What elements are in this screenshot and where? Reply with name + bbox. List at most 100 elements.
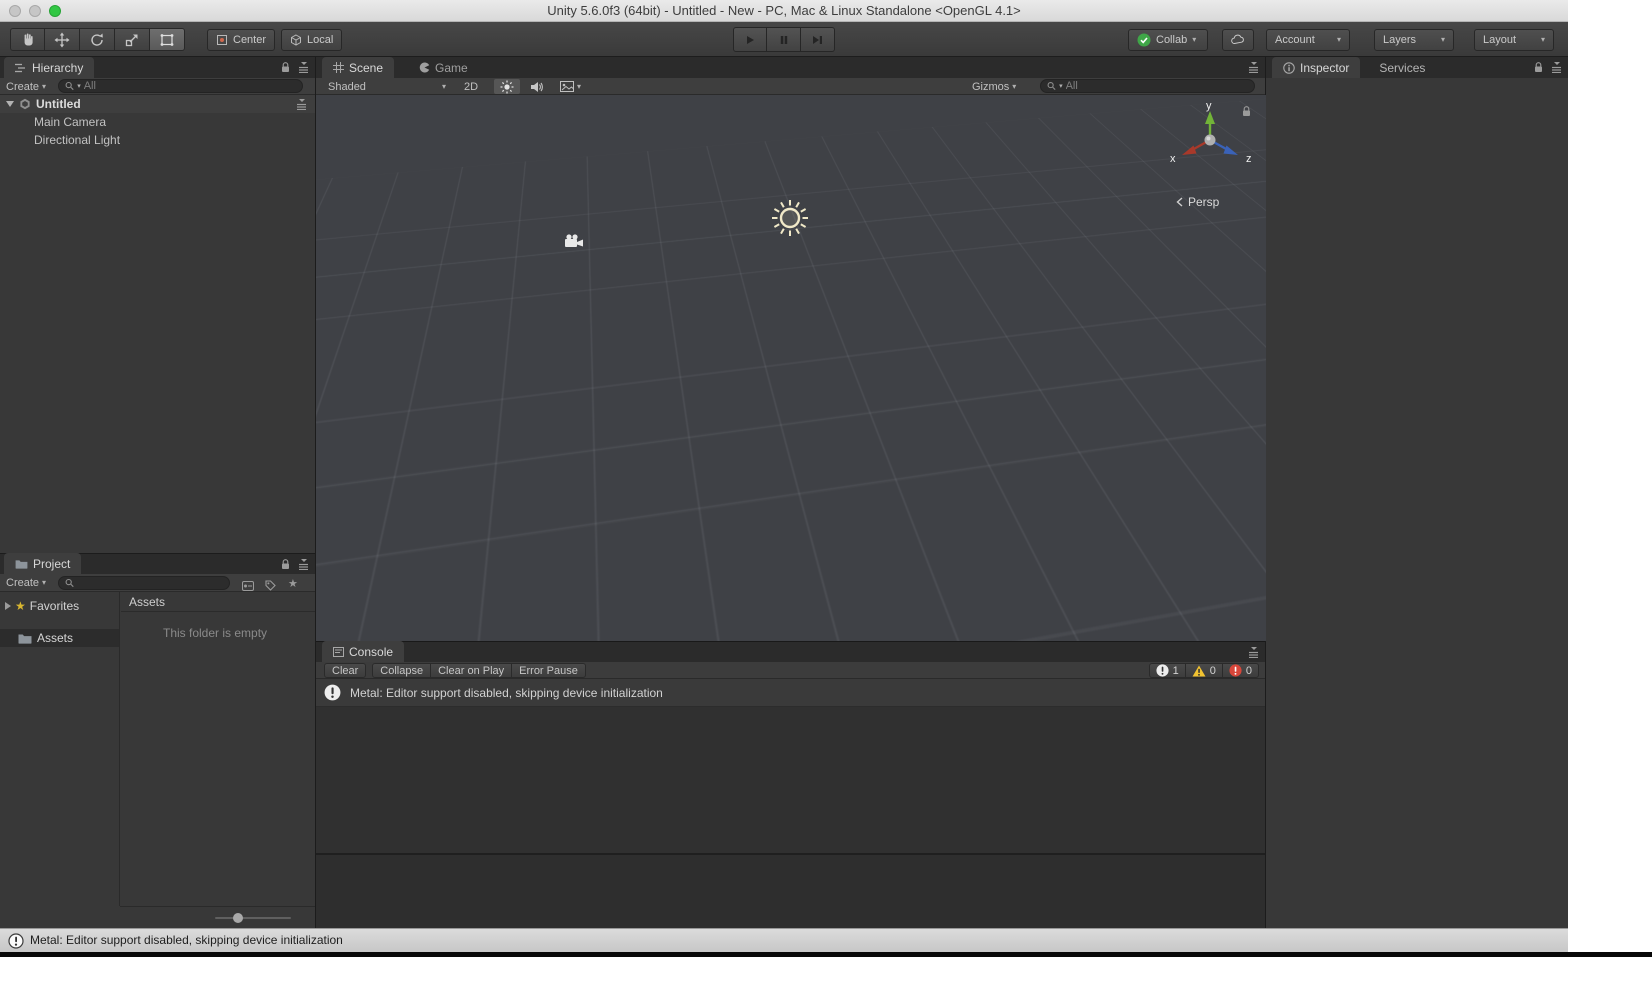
scene-search[interactable]: ▾: [1040, 79, 1255, 93]
collapse-button[interactable]: Collapse: [372, 663, 431, 678]
pane-menu-icon[interactable]: [298, 559, 309, 570]
search-icon: [65, 81, 74, 91]
create-dropdown-button[interactable]: Create ▾: [6, 78, 46, 95]
pause-button[interactable]: [767, 27, 801, 52]
close-button[interactable]: [9, 5, 21, 17]
hierarchy-toolbar: Create ▾ ▾: [0, 78, 315, 95]
move-tool-button[interactable]: [45, 28, 80, 51]
space-toggle-button[interactable]: Local: [281, 29, 342, 51]
hierarchy-scene-row[interactable]: Untitled: [0, 95, 315, 113]
error-pause-button[interactable]: Error Pause: [512, 663, 586, 678]
console-toolbar: Clear Collapse Clear on Play Error Pause…: [316, 662, 1265, 679]
project-body: ★ Favorites Assets Assets This folder is…: [0, 592, 315, 928]
favorites-row[interactable]: ★ Favorites: [0, 597, 119, 615]
scene-lock-toggle[interactable]: [1242, 106, 1251, 117]
console-log-list[interactable]: Metal: Editor support disabled, skipping…: [316, 679, 1265, 853]
clear-on-play-button[interactable]: Clear on Play: [431, 663, 512, 678]
pane-menu-icon[interactable]: [1551, 62, 1562, 73]
lock-icon[interactable]: [281, 559, 290, 570]
log-message: Metal: Editor support disabled, skipping…: [350, 686, 663, 700]
scale-tool-button[interactable]: [115, 28, 150, 51]
gizmos-label: Gizmos: [972, 81, 1009, 93]
assets-folder-row[interactable]: Assets: [0, 629, 119, 647]
rotate-icon: [89, 32, 105, 48]
status-bar[interactable]: Metal: Editor support disabled, skipping…: [0, 928, 1568, 952]
console-tab-label: Console: [349, 645, 393, 659]
folder-icon: [18, 633, 32, 644]
axis-x-cone[interactable]: [1182, 146, 1197, 156]
projection-toggle[interactable]: Persp: [1176, 195, 1219, 209]
error-count-toggle[interactable]: 0: [1223, 663, 1259, 678]
tab-scene[interactable]: Scene: [322, 57, 394, 78]
zoom-slider-knob[interactable]: [233, 913, 243, 923]
gizmo-center-sphere[interactable]: [1205, 135, 1216, 146]
draw-mode-dropdown[interactable]: Shaded ▾: [328, 78, 446, 95]
rotate-tool-button[interactable]: [80, 28, 115, 51]
console-detail-pane: [316, 855, 1265, 928]
axis-z-cone[interactable]: [1224, 146, 1239, 156]
collapse-label: Collapse: [380, 665, 423, 677]
rect-tool-button[interactable]: [150, 28, 185, 51]
tab-console[interactable]: Console: [322, 641, 404, 662]
hierarchy-search-input[interactable]: [84, 80, 296, 92]
zoom-button[interactable]: [49, 5, 61, 17]
layers-dropdown[interactable]: Layers ▾: [1374, 29, 1454, 51]
2d-toggle[interactable]: 2D: [464, 78, 478, 95]
inspector-icon: [1283, 62, 1295, 74]
hierarchy-item-directional-light[interactable]: Directional Light: [0, 131, 315, 149]
scene-search-input[interactable]: [1066, 80, 1248, 92]
hierarchy-tabstrip: Hierarchy: [0, 57, 315, 78]
assets-folder-label: Assets: [37, 631, 73, 645]
chevron-down-icon: ▾: [1541, 36, 1545, 44]
effects-dropdown[interactable]: ▾: [560, 78, 581, 95]
directional-light-gizmo[interactable]: [768, 196, 812, 240]
cloud-services-button[interactable]: [1222, 29, 1254, 51]
tab-project[interactable]: Project: [4, 553, 81, 574]
hierarchy-search[interactable]: ▾: [58, 79, 303, 93]
pane-menu-icon[interactable]: [1248, 647, 1259, 658]
hand-tool-button[interactable]: [10, 28, 45, 51]
warning-count-toggle[interactable]: 0: [1186, 663, 1223, 678]
tab-inspector[interactable]: Inspector: [1272, 57, 1360, 78]
hierarchy-item-main-camera[interactable]: Main Camera: [0, 113, 315, 131]
tab-game[interactable]: Game: [408, 57, 479, 78]
inspector-body: [1266, 78, 1568, 928]
project-files-pane[interactable]: Assets This folder is empty: [121, 592, 315, 906]
project-search[interactable]: [58, 576, 230, 590]
search-icon: [1047, 81, 1056, 91]
tab-services[interactable]: Services: [1368, 57, 1436, 78]
lock-icon[interactable]: [1534, 62, 1543, 73]
minimize-button[interactable]: [29, 5, 41, 17]
step-button[interactable]: [801, 27, 835, 52]
tab-hierarchy[interactable]: Hierarchy: [4, 57, 94, 78]
scene-viewport[interactable]: y x z Persp: [316, 95, 1266, 641]
zoom-slider-track[interactable]: [215, 917, 291, 919]
audio-toggle[interactable]: [530, 78, 544, 95]
info-count-toggle[interactable]: 1: [1149, 663, 1186, 678]
lock-icon[interactable]: [281, 62, 290, 73]
scene-options-icon[interactable]: [296, 99, 307, 110]
pane-menu-icon[interactable]: [298, 62, 309, 73]
axis-y-cone[interactable]: [1205, 111, 1215, 124]
gizmos-dropdown[interactable]: Gizmos ▾: [972, 78, 1016, 95]
foldout-open-icon[interactable]: [6, 101, 14, 107]
create-dropdown-button[interactable]: Create ▾: [6, 574, 46, 591]
clear-on-play-label: Clear on Play: [438, 665, 504, 677]
clear-button[interactable]: Clear: [324, 663, 366, 678]
chevron-left-icon: [1176, 197, 1184, 207]
collab-button[interactable]: Collab ▾: [1128, 29, 1208, 51]
project-folders-pane: ★ Favorites Assets: [0, 592, 120, 906]
camera-gizmo[interactable]: [564, 234, 584, 249]
pane-menu-icon[interactable]: [1248, 62, 1259, 73]
lighting-toggle[interactable]: [494, 79, 520, 94]
foldout-closed-icon[interactable]: [5, 602, 11, 610]
play-button[interactable]: [733, 27, 767, 52]
project-search-input[interactable]: [77, 577, 223, 589]
pause-icon: [778, 34, 790, 46]
console-log-row[interactable]: Metal: Editor support disabled, skipping…: [316, 679, 1265, 707]
favorite-search-button[interactable]: ★: [288, 575, 298, 592]
chevron-down-icon: ▾: [42, 579, 46, 587]
pivot-toggle-button[interactable]: Center: [207, 29, 275, 51]
account-dropdown[interactable]: Account ▾: [1266, 29, 1350, 51]
layout-dropdown[interactable]: Layout ▾: [1474, 29, 1554, 51]
